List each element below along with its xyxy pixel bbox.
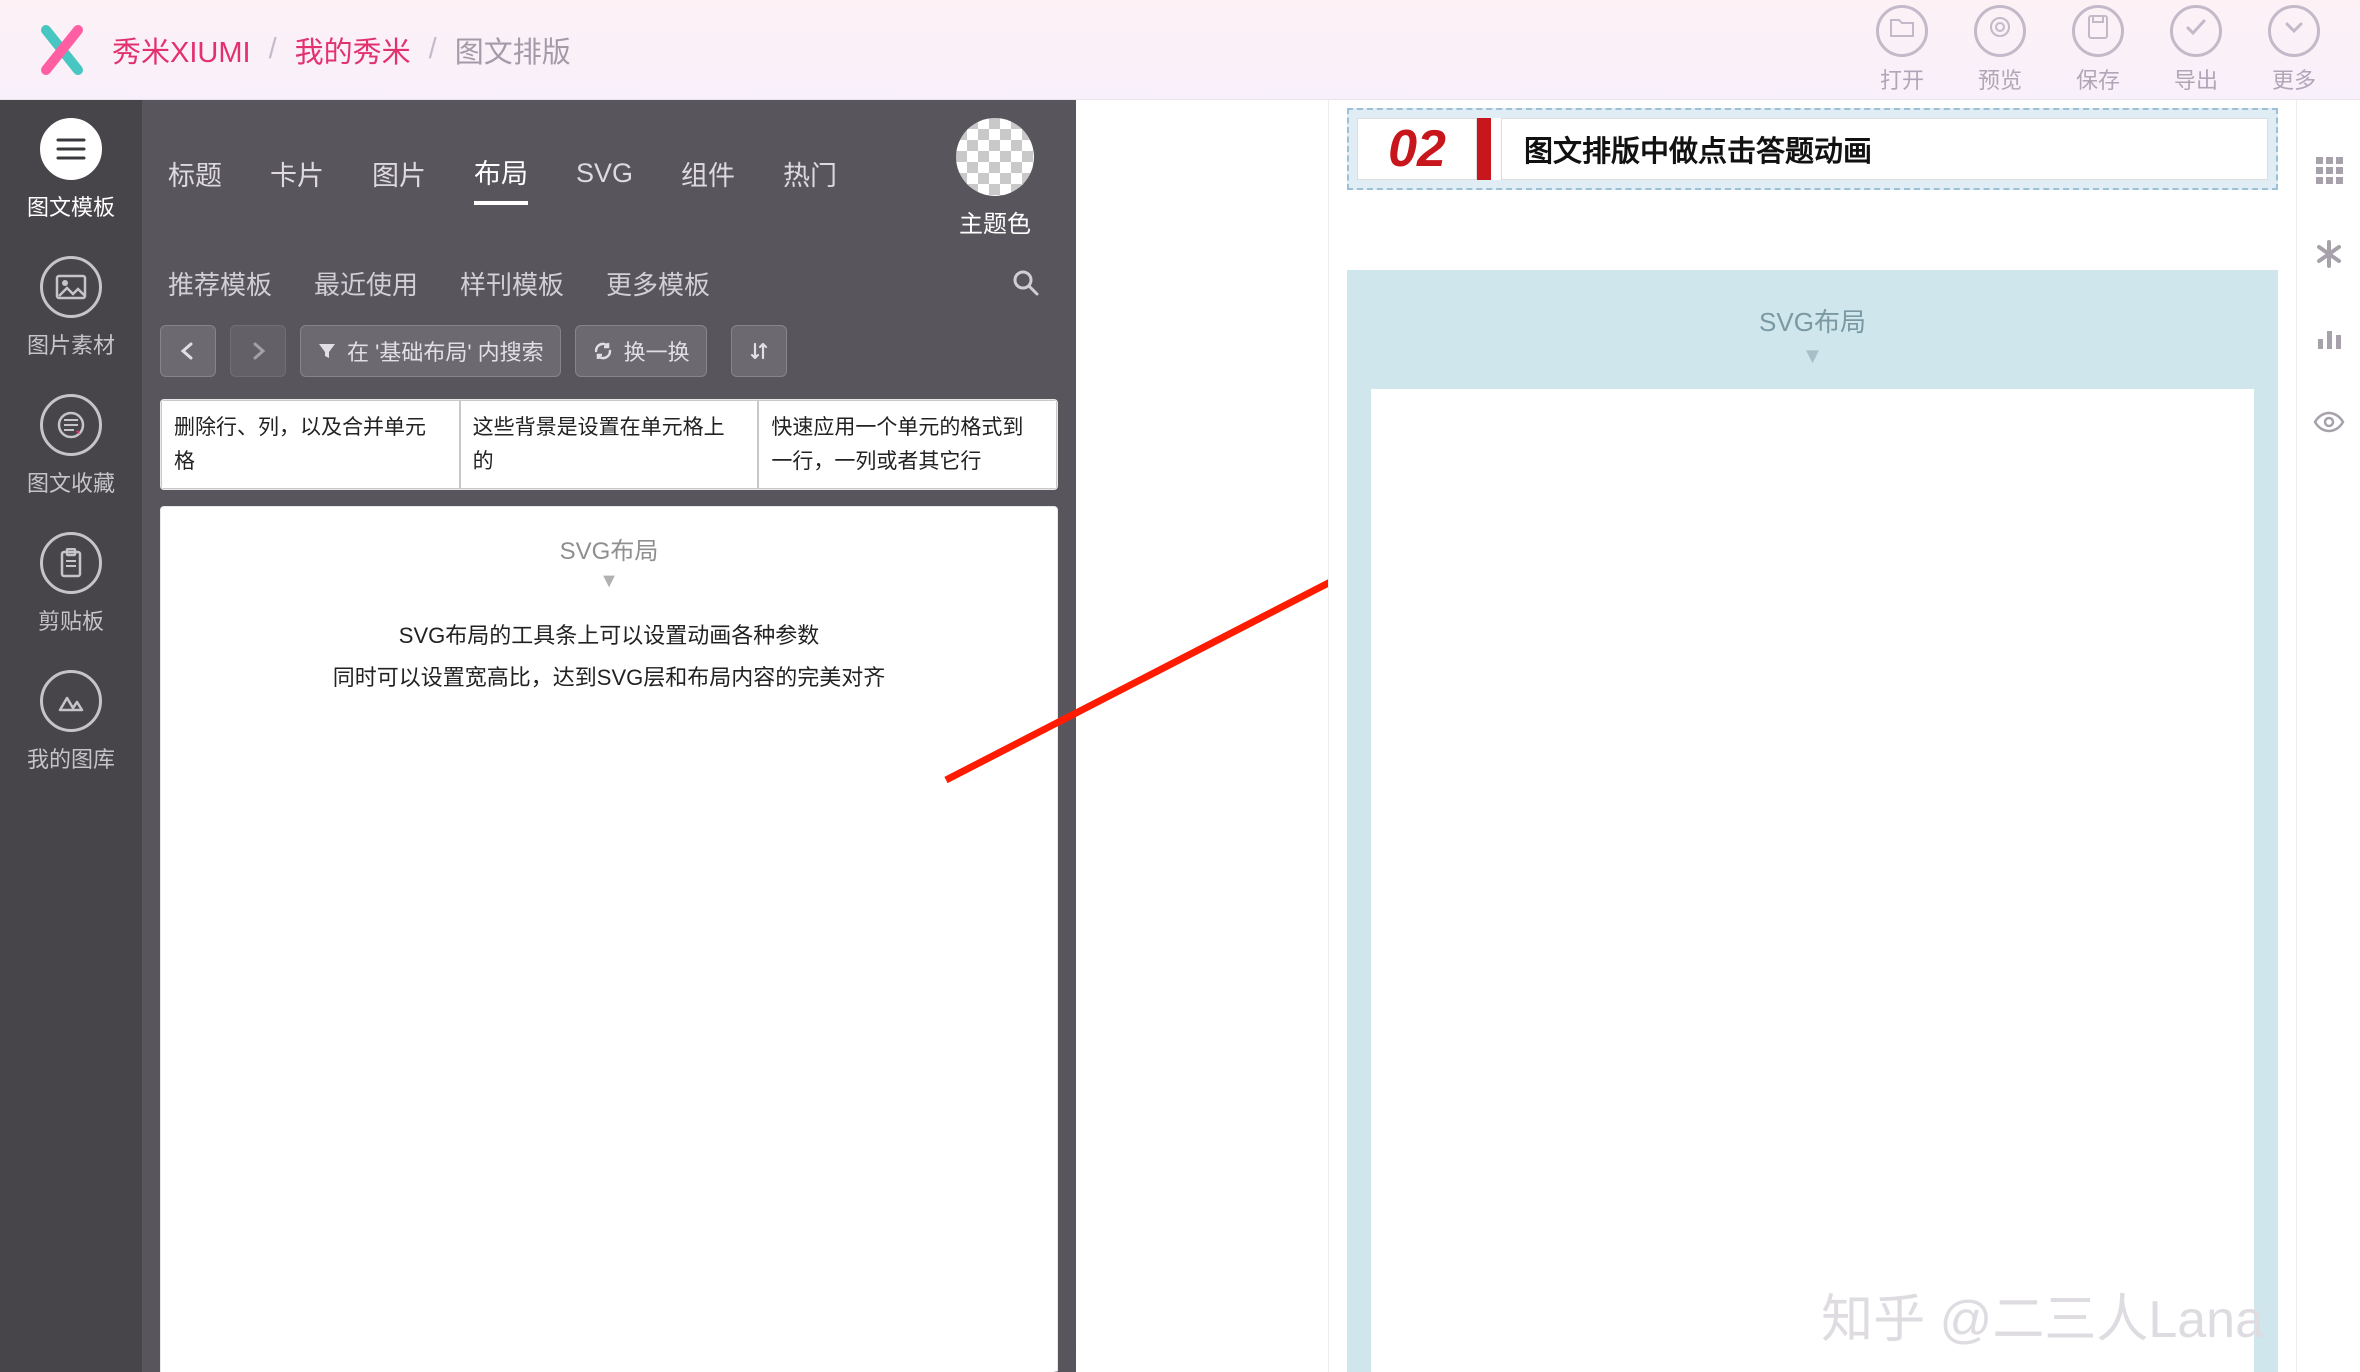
svg-frame-page[interactable] [1367, 385, 2258, 1372]
sort-icon [748, 340, 770, 362]
rail-templates[interactable]: 图文模板 [27, 118, 115, 222]
rail-images-label: 图片素材 [27, 328, 115, 360]
subtab-recent[interactable]: 最近使用 [314, 265, 418, 302]
rail-images[interactable]: 图片素材 [27, 256, 115, 360]
subtab-recommend[interactable]: 推荐模板 [168, 265, 272, 302]
tab-title[interactable]: 标题 [168, 154, 222, 203]
brand-logo [30, 18, 94, 82]
lines-icon [40, 118, 102, 180]
svg-layout-line1: SVG布局的工具条上可以设置动画各种参数 [191, 615, 1027, 657]
nav-forward-button[interactable] [230, 325, 286, 377]
content-block[interactable]: 02 图文排版中做点击答题动画 [1347, 108, 2278, 190]
shuffle-label: 换一换 [624, 335, 690, 367]
rail-gallery-label: 我的图库 [27, 742, 115, 774]
tab-image[interactable]: 图片 [372, 154, 426, 203]
save-action[interactable]: 保存 [2072, 5, 2124, 95]
block-number: 02 [1388, 119, 1446, 179]
star-doc-icon [40, 394, 102, 456]
nav-back-button[interactable] [160, 325, 216, 377]
chevron-down-icon: ▼ [1359, 343, 2266, 385]
right-mini-rail [2296, 100, 2360, 1372]
table-cell: 快速应用一个单元的格式到一行，一列或者其它行 [758, 400, 1057, 489]
rail-favorites-label: 图文收藏 [27, 466, 115, 498]
brand-name[interactable]: 秀米XIUMI [112, 29, 251, 71]
grid-icon[interactable] [2309, 150, 2349, 190]
eye-icon[interactable] [2309, 402, 2349, 442]
folder-icon [1889, 16, 1915, 45]
chevron-down-icon [2282, 15, 2306, 46]
theme-swatch [956, 118, 1034, 196]
preview-icon [1987, 14, 2013, 47]
more-action[interactable]: 更多 [2268, 5, 2320, 95]
top-header: 秀米XIUMI / 我的秀米 / 图文排版 打开 预览 保存 导出 [0, 0, 2360, 100]
body: 图文模板 图片素材 图文收藏 剪贴板 我的图库 [0, 100, 2360, 1372]
template-card-svglayout[interactable]: SVG布局 ▼ SVG布局的工具条上可以设置动画各种参数 同时可以设置宽高比，达… [160, 506, 1058, 1372]
theme-color[interactable]: 主题色 [940, 118, 1050, 239]
left-rail: 图文模板 图片素材 图文收藏 剪贴板 我的图库 [0, 100, 142, 1372]
preview-action[interactable]: 预览 [1974, 5, 2026, 95]
subtabs-row: 推荐模板 最近使用 样刊模板 更多模板 [142, 239, 1076, 325]
sort-button[interactable] [731, 325, 787, 377]
gutter [1076, 100, 1328, 1372]
clipboard-icon [40, 532, 102, 594]
open-label: 打开 [1876, 63, 1928, 95]
arrow-left-icon [177, 341, 199, 361]
image-icon [40, 256, 102, 318]
tab-layout[interactable]: 布局 [474, 152, 528, 205]
export-label: 导出 [2170, 63, 2222, 95]
shuffle-button[interactable]: 换一换 [575, 325, 707, 377]
rail-gallery[interactable]: 我的图库 [27, 670, 115, 774]
export-action[interactable]: 导出 [2170, 5, 2222, 95]
template-panel: 标题 卡片 图片 布局 SVG 组件 热门 主题色 推荐模板 最近使用 样刊模板… [142, 100, 1076, 1372]
asterisk-icon[interactable] [2309, 234, 2349, 274]
svg-layout-line2: 同时可以设置宽高比，达到SVG层和布局内容的完美对齐 [191, 657, 1027, 699]
tabs-row: 标题 卡片 图片 布局 SVG 组件 热门 主题色 [142, 100, 1076, 239]
rail-clipboard[interactable]: 剪贴板 [38, 532, 104, 636]
svg-frame-title: SVG布局 [1359, 282, 2266, 343]
filter-label: 在 '基础布局' 内搜索 [347, 335, 544, 367]
tab-card[interactable]: 卡片 [270, 154, 324, 203]
table-cell: 删除行、列，以及合并单元格 [161, 400, 460, 489]
template-card-table[interactable]: 删除行、列，以及合并单元格 这些背景是设置在单元格上的 快速应用一个单元的格式到… [160, 399, 1058, 490]
svg-layout-title: SVG布局 [161, 507, 1057, 570]
svg-layout-frame[interactable]: SVG布局 ▼ [1347, 270, 2278, 1372]
editor-canvas[interactable]: 02 图文排版中做点击答题动画 SVG布局 ▼ 知乎 @二三人Lana [1328, 100, 2296, 1372]
tab-hot[interactable]: 热门 [783, 154, 837, 203]
filter-button[interactable]: 在 '基础布局' 内搜索 [300, 325, 561, 377]
arrow-right-icon [247, 341, 269, 361]
more-label: 更多 [2268, 63, 2320, 95]
preview-label: 预览 [1974, 63, 2026, 95]
tab-widget[interactable]: 组件 [681, 154, 735, 203]
block-title: 图文排版中做点击答题动画 [1524, 128, 1872, 170]
panel-toolbar: 在 '基础布局' 内搜索 换一换 [142, 325, 1076, 399]
search-icon[interactable] [1002, 259, 1050, 307]
open-action[interactable]: 打开 [1876, 5, 1928, 95]
gallery-icon [40, 670, 102, 732]
table-cell: 这些背景是设置在单元格上的 [460, 400, 759, 489]
red-accent-bar [1477, 118, 1491, 180]
crumb-current: 图文排版 [455, 29, 571, 71]
filter-icon [317, 341, 337, 361]
chart-icon[interactable] [2309, 318, 2349, 358]
theme-label: 主题色 [940, 204, 1050, 239]
crumb-my[interactable]: 我的秀米 [295, 29, 411, 71]
subtab-more[interactable]: 更多模板 [606, 265, 710, 302]
save-icon [2086, 14, 2110, 47]
save-label: 保存 [2072, 63, 2124, 95]
rail-clipboard-label: 剪贴板 [38, 604, 104, 636]
watermark: 知乎 @二三人Lana [1821, 1277, 2264, 1352]
template-list[interactable]: 删除行、列，以及合并单元格 这些背景是设置在单元格上的 快速应用一个单元的格式到… [142, 399, 1076, 1372]
tab-svg[interactable]: SVG [576, 158, 633, 199]
check-icon [2183, 14, 2209, 47]
crumb-sep: / [269, 33, 277, 66]
refresh-icon [592, 340, 614, 362]
crumb-sep: / [429, 33, 437, 66]
subtab-sample[interactable]: 样刊模板 [460, 265, 564, 302]
rail-templates-label: 图文模板 [27, 190, 115, 222]
chevron-down-icon: ▼ [161, 570, 1057, 601]
top-actions: 打开 预览 保存 导出 更多 [1876, 0, 2320, 99]
rail-favorites[interactable]: 图文收藏 [27, 394, 115, 498]
